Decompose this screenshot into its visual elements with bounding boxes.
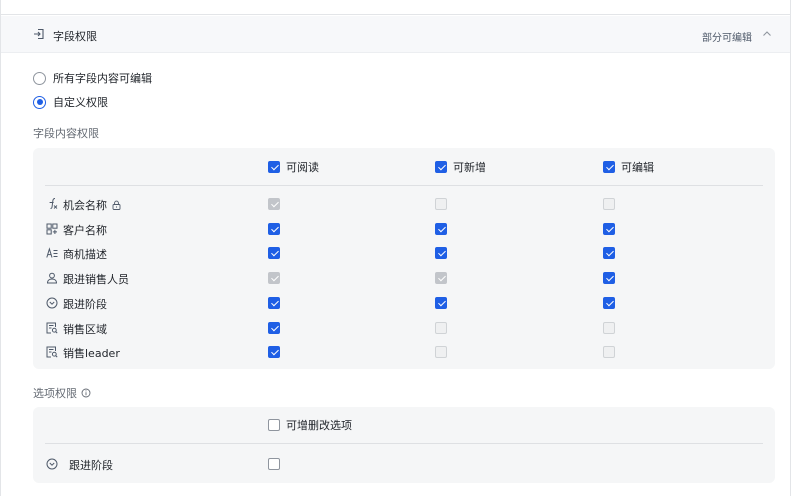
option-permissions-title-text: 选项权限 bbox=[33, 387, 77, 400]
option-permissions-table: 可增删改选项 跟进阶段 bbox=[33, 407, 775, 483]
field-name-text: 商机描述 bbox=[63, 248, 107, 262]
create-permission-checkbox[interactable] bbox=[435, 222, 447, 235]
field-name-text: 跟进阶段 bbox=[69, 459, 113, 472]
create-permission-checkbox[interactable] bbox=[435, 296, 447, 309]
radio-all-editable[interactable]: 所有字段内容可编辑 bbox=[33, 70, 152, 86]
manage-options-checkbox[interactable] bbox=[268, 458, 280, 470]
field-name-text: 销售区域 bbox=[63, 322, 107, 336]
field-name: 机会名称 bbox=[63, 197, 121, 213]
info-icon[interactable] bbox=[81, 388, 91, 398]
header-divider bbox=[45, 185, 763, 186]
create-permission-checkbox bbox=[435, 346, 447, 359]
read-permission-checkbox[interactable] bbox=[268, 346, 280, 359]
column-header-create[interactable]: 可新增 bbox=[435, 159, 486, 175]
field-name-text: 跟进阶段 bbox=[63, 297, 107, 311]
read-permission-checkbox bbox=[268, 198, 280, 210]
edit-permission-checkbox[interactable] bbox=[603, 222, 615, 235]
field-permissions-title: 字段内容权限 bbox=[33, 125, 99, 141]
permission-settings-card: 字段权限 部分可编辑 所有字段内容可编辑 自定义权限 字段内容权限 可阅读 可新… bbox=[0, 0, 791, 496]
read-permission-checkbox[interactable] bbox=[268, 222, 280, 235]
radio-label: 所有字段内容可编辑 bbox=[53, 72, 152, 85]
read-permission-checkbox[interactable] bbox=[268, 247, 280, 260]
chevron-up-icon[interactable] bbox=[762, 29, 772, 39]
field-name: 跟进销售人员 bbox=[63, 271, 129, 287]
section-title: 字段权限 bbox=[53, 30, 97, 43]
field-permissions-table: 可阅读 可新增 可编辑 机会名称客户名称商机描述跟进销售人员 跟进阶段销售区域销售… bbox=[33, 148, 775, 369]
permission-status: 部分可编辑 bbox=[702, 33, 752, 44]
field-enter-icon bbox=[34, 28, 44, 40]
field-name: 销售leader bbox=[63, 345, 120, 361]
column-label: 可编辑 bbox=[621, 161, 654, 174]
field-name-text: 销售leader bbox=[63, 347, 120, 361]
field-row: 商机描述 bbox=[33, 241, 775, 265]
field-row: 客户名称 bbox=[33, 217, 775, 241]
select-all-read-checkbox[interactable] bbox=[268, 161, 280, 173]
field-name-text: 跟进销售人员 bbox=[63, 273, 129, 287]
select-icon bbox=[46, 458, 58, 470]
edit-permission-checkbox bbox=[603, 321, 615, 334]
column-header-manage-options[interactable]: 可增删改选项 bbox=[268, 417, 352, 433]
text-icon bbox=[46, 247, 58, 259]
column-label: 可新增 bbox=[453, 161, 486, 174]
create-permission-checkbox bbox=[435, 198, 447, 210]
edit-permission-checkbox[interactable] bbox=[603, 247, 615, 260]
lookup-field-icon bbox=[46, 322, 58, 333]
field-row: 机会名称 bbox=[33, 192, 775, 216]
select-all-create-checkbox[interactable] bbox=[435, 161, 447, 173]
lock-icon bbox=[112, 200, 121, 210]
radio-button[interactable] bbox=[33, 71, 46, 85]
field-name-text: 机会名称 bbox=[63, 199, 107, 212]
column-label: 可阅读 bbox=[286, 161, 319, 174]
field-row: 跟进销售人员 bbox=[33, 266, 775, 290]
header-divider bbox=[45, 443, 763, 444]
radio-button[interactable] bbox=[33, 95, 46, 109]
option-field-name: 跟进阶段 bbox=[69, 457, 113, 473]
formula-icon bbox=[49, 198, 58, 209]
person-icon bbox=[46, 272, 58, 284]
read-permission-checkbox[interactable] bbox=[268, 321, 280, 334]
column-header-read[interactable]: 可阅读 bbox=[268, 159, 319, 175]
field-name: 商机描述 bbox=[63, 246, 107, 262]
field-name: 跟进阶段 bbox=[63, 296, 107, 312]
field-name: 客户名称 bbox=[63, 222, 107, 238]
field-row: 销售区域 bbox=[33, 316, 775, 340]
edit-permission-checkbox bbox=[603, 346, 615, 359]
read-permission-checkbox[interactable] bbox=[268, 296, 280, 309]
previous-section-edge bbox=[1, 0, 790, 15]
lookup-icon bbox=[46, 223, 58, 235]
field-name-text: 客户名称 bbox=[63, 223, 107, 237]
select-icon bbox=[46, 297, 58, 309]
column-label: 可增删改选项 bbox=[286, 419, 352, 432]
edit-permission-checkbox[interactable] bbox=[603, 272, 615, 285]
select-all-edit-checkbox[interactable] bbox=[603, 161, 615, 173]
select-all-manage-options-checkbox[interactable] bbox=[268, 419, 280, 431]
radio-custom-permission[interactable]: 自定义权限 bbox=[33, 94, 108, 110]
option-row: 跟进阶段 bbox=[33, 452, 775, 476]
create-permission-checkbox[interactable] bbox=[435, 247, 447, 260]
create-permission-checkbox bbox=[435, 272, 447, 285]
edit-permission-checkbox[interactable] bbox=[603, 296, 615, 309]
read-permission-checkbox bbox=[268, 272, 280, 285]
edit-permission-checkbox bbox=[603, 198, 615, 210]
field-permission-header[interactable]: 字段权限 部分可编辑 bbox=[1, 16, 790, 53]
lookup-field-icon bbox=[46, 346, 58, 358]
field-name: 销售区域 bbox=[63, 321, 107, 337]
field-row: 跟进阶段 bbox=[33, 291, 775, 315]
field-permissions-title-text: 字段内容权限 bbox=[33, 127, 99, 140]
field-row: 销售leader bbox=[33, 340, 775, 364]
create-permission-checkbox bbox=[435, 321, 447, 334]
column-header-edit[interactable]: 可编辑 bbox=[603, 159, 654, 175]
option-permissions-title: 选项权限 bbox=[33, 385, 91, 401]
radio-label: 自定义权限 bbox=[53, 96, 108, 109]
